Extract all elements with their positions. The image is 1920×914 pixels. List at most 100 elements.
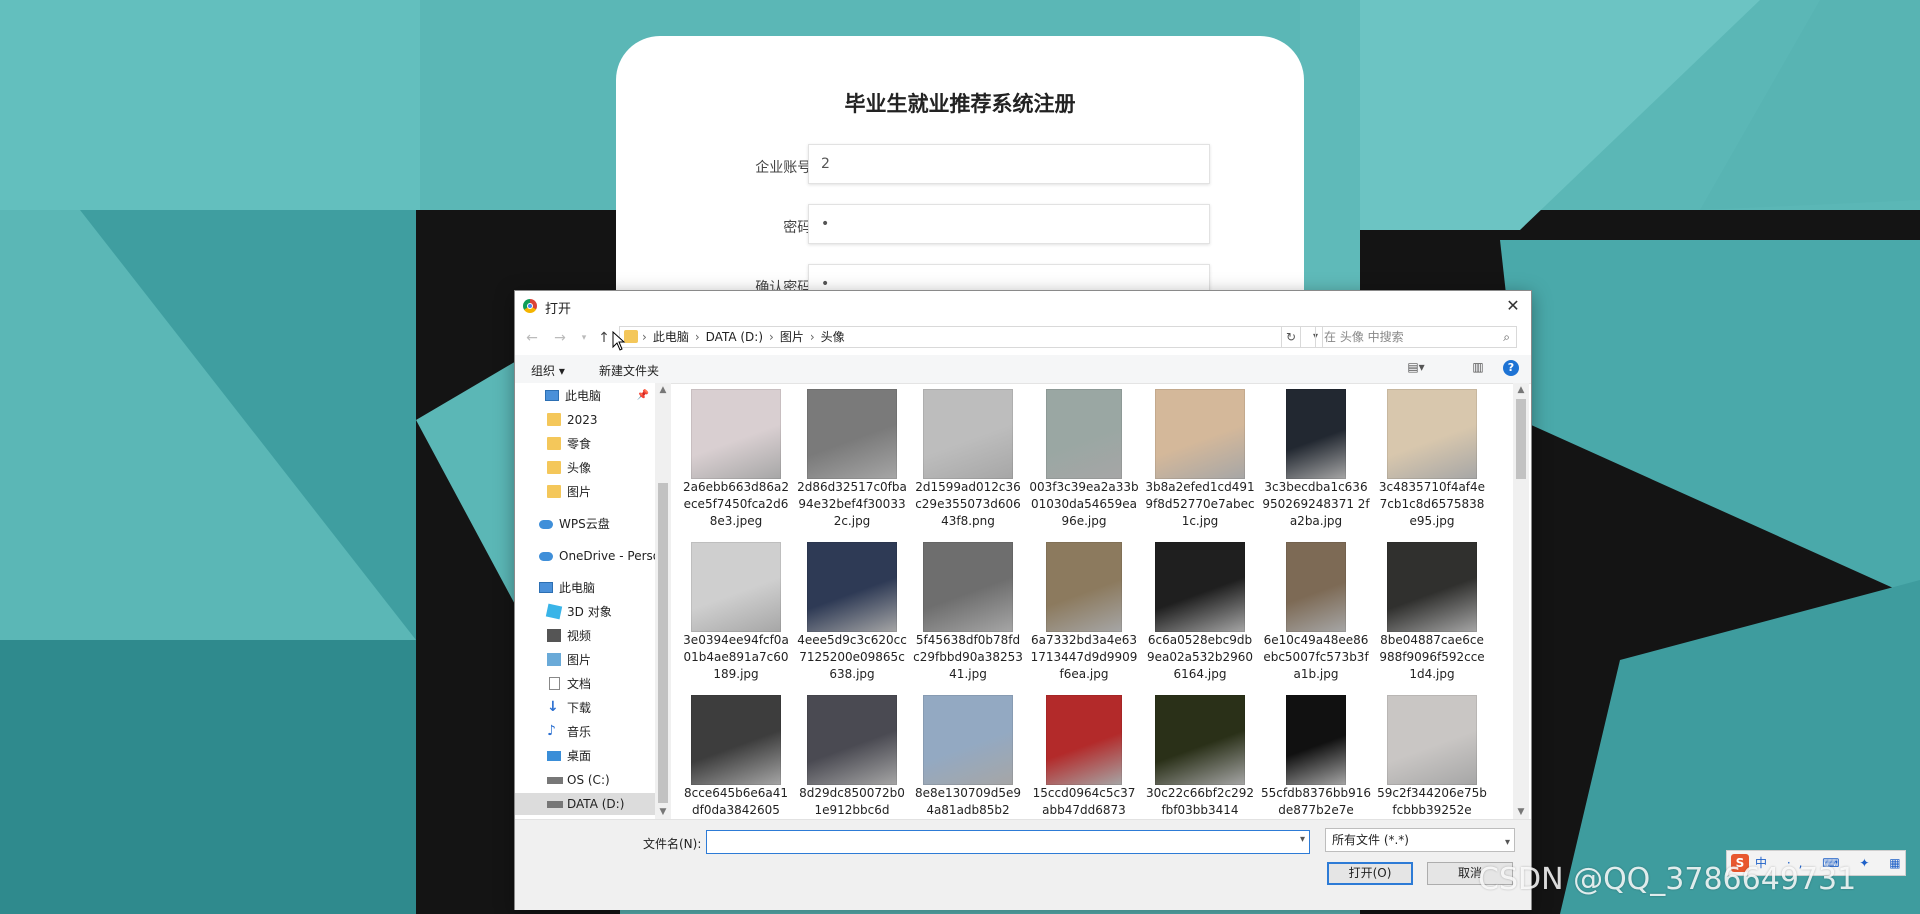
image-thumbnail: [1046, 542, 1122, 632]
recent-chevron-icon[interactable]: ▾: [573, 327, 595, 349]
account-input[interactable]: 2: [808, 144, 1210, 184]
nav-item-onedrive[interactable]: OneDrive - Perso: [515, 545, 655, 567]
nav-item-this-pc[interactable]: 此电脑: [515, 577, 655, 599]
scroll-up-icon[interactable]: ▲: [655, 385, 671, 395]
nav-item-pictures-quick[interactable]: 图片: [515, 481, 655, 503]
breadcrumb-data-drive[interactable]: DATA (D:): [706, 330, 763, 344]
file-item[interactable]: 6e10c49a48ee86ebc5007fc573b3fa1b.jpg: [1261, 536, 1371, 686]
scroll-up-icon[interactable]: ▲: [1513, 385, 1529, 395]
image-thumbnail: [1387, 542, 1477, 632]
scroll-down-icon[interactable]: ▼: [655, 807, 671, 817]
file-item[interactable]: 30c22c66bf2c292fbf03bb3414: [1145, 689, 1255, 819]
file-item[interactable]: 5f45638df0b78fdc29fbbd90a3825341.jpg: [913, 536, 1023, 686]
view-options-icon[interactable]: ▤▾: [1407, 360, 1425, 376]
image-thumbnail: [923, 542, 1013, 632]
account-label: 企业账号:: [755, 160, 816, 176]
nav-item-label: WPS云盘: [559, 517, 610, 531]
image-thumbnail: [807, 695, 897, 785]
nav-item-avatar[interactable]: 头像: [515, 457, 655, 479]
account-row: 企业账号: 2: [616, 144, 1304, 188]
breadcrumb-this-pc[interactable]: 此电脑: [653, 330, 689, 344]
mouse-cursor-icon: [612, 331, 626, 351]
file-grid-scrollbar[interactable]: ▲ ▼: [1513, 383, 1529, 819]
file-item[interactable]: 6a7332bd3a4e631713447d9d9909f6ea.jpg: [1029, 536, 1139, 686]
music-icon: ♪: [547, 723, 556, 739]
new-folder-button[interactable]: 新建文件夹: [599, 362, 659, 379]
file-item[interactable]: 2d86d32517c0fba94e32bef4f300332c.jpg: [797, 383, 907, 533]
file-item[interactable]: 8cce645b6e6a41df0da3842605: [681, 689, 791, 819]
nav-item-snacks[interactable]: 零食: [515, 433, 655, 455]
file-item[interactable]: 8d29dc850072b01e912bbc6d: [797, 689, 907, 819]
scrollbar-thumb[interactable]: [1516, 399, 1526, 479]
nav-item-label: DATA (D:): [567, 797, 625, 811]
address-bar[interactable]: › 此电脑 › DATA (D:) › 图片 › 头像 ▾: [619, 326, 1323, 348]
file-item[interactable]: 003f3c39ea2a33b01030da54659ea96e.jpg: [1029, 383, 1139, 533]
file-item[interactable]: 4eee5d9c3c620cc7125200e09865c638.jpg: [797, 536, 907, 686]
nav-item-desktop[interactable]: 桌面: [515, 745, 655, 767]
folder-icon: [547, 461, 561, 474]
nav-item-os-c[interactable]: OS (C:): [515, 769, 655, 791]
chevron-down-icon: ▾: [1504, 837, 1510, 848]
chrome-icon: [523, 299, 537, 313]
image-thumbnail: [1286, 695, 1346, 785]
file-item[interactable]: 8be04887cae6ce988f9096f592cce1d4.jpg: [1377, 536, 1487, 686]
chevron-down-icon[interactable]: ▾: [1300, 834, 1305, 845]
file-item[interactable]: 2a6ebb663d86a2ece5f7450fca2d68e3.jpeg: [681, 383, 791, 533]
folder-icon: [547, 413, 561, 426]
nav-item-this-pc-quick[interactable]: 此电脑 📌: [515, 385, 655, 407]
close-button[interactable]: ✕: [1501, 294, 1525, 318]
help-icon[interactable]: ?: [1503, 360, 1519, 376]
file-item[interactable]: 15ccd0964c5c37abb47dd6873: [1029, 689, 1139, 819]
image-thumbnail: [1046, 695, 1122, 785]
breadcrumb-avatar[interactable]: 头像: [821, 330, 845, 344]
file-name: 2d1599ad012c36c29e355073d60643f8.png: [915, 480, 1021, 528]
organize-menu[interactable]: 组织 ▾: [531, 362, 565, 379]
nav-item-documents[interactable]: 文档: [515, 673, 655, 695]
password-label: 密码:: [783, 220, 816, 236]
scroll-down-icon[interactable]: ▼: [1513, 807, 1529, 817]
file-name: 3c3becdba1c636950269248371 2fa2ba.jpg: [1262, 480, 1370, 528]
nav-item-3d-objects[interactable]: 3D 对象: [515, 601, 655, 623]
image-thumbnail: [923, 389, 1013, 479]
image-thumbnail: [1155, 542, 1245, 632]
page-title: 毕业生就业推荐系统注册: [844, 92, 1076, 116]
file-item[interactable]: 55cfdb8376bb916de877b2e7e: [1261, 689, 1371, 819]
file-item[interactable]: 8e8e130709d5e94a81adb85b2: [913, 689, 1023, 819]
back-arrow-icon[interactable]: ←: [521, 327, 543, 349]
file-item[interactable]: 2d1599ad012c36c29e355073d60643f8.png: [913, 383, 1023, 533]
file-item[interactable]: 59c2f344206e75bfcbbb39252e: [1377, 689, 1487, 819]
open-button[interactable]: 打开(O): [1327, 862, 1413, 885]
nav-item-data-d[interactable]: DATA (D:): [515, 793, 655, 815]
file-name: 6e10c49a48ee86ebc5007fc573b3fa1b.jpg: [1263, 633, 1369, 681]
file-item[interactable]: 3e0394ee94fcf0a01b4ae891a7c60189.jpg: [681, 536, 791, 686]
nav-item-label: 头像: [567, 461, 592, 475]
file-item[interactable]: 3c4835710f4af4e7cb1c8d6575838e95.jpg: [1377, 383, 1487, 533]
nav-item-2023[interactable]: 2023: [515, 409, 655, 431]
filetype-select[interactable]: 所有文件 (*.*) ▾: [1325, 828, 1515, 852]
nav-pane-scrollbar[interactable]: ▲ ▼: [655, 383, 671, 819]
drive-icon: [547, 801, 563, 808]
breadcrumb-pictures[interactable]: 图片: [780, 330, 804, 344]
nav-item-videos[interactable]: 视频: [515, 625, 655, 647]
file-item[interactable]: 6c6a0528ebc9db9ea02a532b29606164.jpg: [1145, 536, 1255, 686]
desktop-icon: [547, 751, 561, 761]
file-item[interactable]: 3c3becdba1c636950269248371 2fa2ba.jpg: [1261, 383, 1371, 533]
refresh-icon[interactable]: ↻: [1281, 326, 1301, 348]
search-input[interactable]: 在 头像 中搜索 ⌕: [1315, 326, 1517, 348]
pin-icon: 📌: [636, 390, 649, 401]
image-thumbnail: [691, 542, 781, 632]
breadcrumb: › 此电脑 › DATA (D:) › 图片 › 头像: [642, 330, 845, 344]
nav-item-music[interactable]: ♪ 音乐: [515, 721, 655, 743]
password-input[interactable]: •: [808, 204, 1210, 244]
image-thumbnail: [1387, 695, 1477, 785]
navigation-pane: 此电脑 📌 2023 零食 头像 图片 WPS云盘 OneDrive - Per…: [515, 383, 655, 819]
preview-pane-icon[interactable]: ▥: [1469, 360, 1487, 376]
nav-item-wps-cloud[interactable]: WPS云盘: [515, 513, 655, 535]
file-item[interactable]: 3b8a2efed1cd4919f8d52770e7abec1c.jpg: [1145, 383, 1255, 533]
folder-icon: [547, 485, 561, 498]
nav-item-pictures[interactable]: 图片: [515, 649, 655, 671]
nav-item-downloads[interactable]: ↓ 下载: [515, 697, 655, 719]
scrollbar-thumb[interactable]: [658, 483, 668, 803]
forward-arrow-icon[interactable]: →: [549, 327, 571, 349]
filename-input[interactable]: ▾: [706, 830, 1310, 854]
